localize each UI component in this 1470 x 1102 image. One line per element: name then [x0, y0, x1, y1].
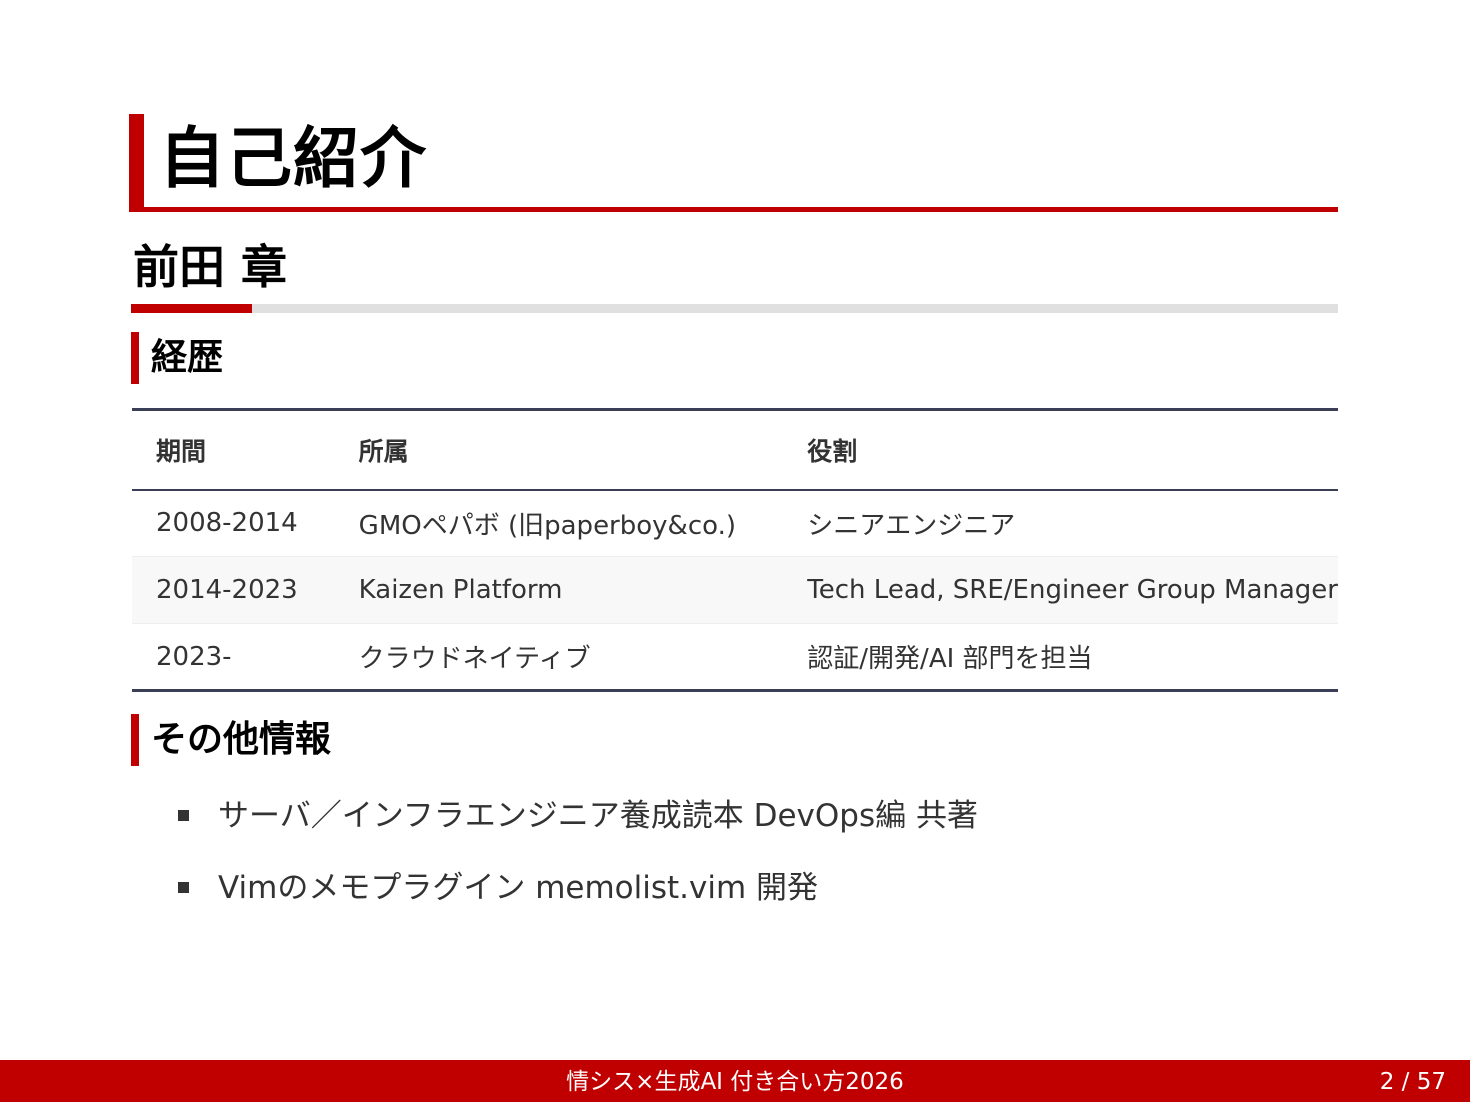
footer-title: 情シス×生成AI 付き合い方2026	[566, 1069, 904, 1095]
square-bullet-icon	[178, 810, 189, 821]
table-row: 2014-2023 Kaizen Platform Tech Lead, SRE…	[132, 556, 1338, 624]
presenter-name: 前田 章	[133, 240, 288, 294]
slide: 自己紹介 前田 章 経歴 期間 所属 役割 2008-2014 GMOペパボ (…	[0, 0, 1470, 1102]
list-item: Vimのメモプラグイン memolist.vim 開発	[178, 862, 978, 934]
title-accent-bar	[129, 114, 144, 212]
section-accent-bar	[131, 332, 139, 384]
cell-role: 認証/開発/AI 部門を担当	[807, 644, 1093, 674]
slide-footer: 情シス×生成AI 付き合い方2026 2 / 57	[0, 1060, 1470, 1102]
column-header-role: 役割	[807, 436, 858, 466]
career-table: 期間 所属 役割 2008-2014 GMOペパボ (旧paperboy&co.…	[132, 408, 1338, 692]
title-underline	[129, 207, 1338, 212]
square-bullet-icon	[178, 882, 189, 893]
section-accent-bar	[131, 714, 139, 766]
slide-title-block: 自己紹介	[129, 114, 1338, 212]
name-underline	[131, 304, 1338, 313]
other-info-list: サーバ／インフラエンジニア養成読本 DevOps編 共著 Vimのメモプラグイン…	[178, 790, 978, 934]
table-header-row: 期間 所属 役割	[132, 409, 1338, 490]
cell-organization: クラウドネイティブ	[358, 644, 591, 674]
other-info-heading: その他情報	[151, 719, 332, 760]
cell-role: Tech Lead, SRE/Engineer Group Manager	[807, 575, 1338, 605]
cell-period: 2014-2023	[156, 575, 298, 605]
table-row: 2008-2014 GMOペパボ (旧paperboy&co.) シニアエンジニ…	[132, 490, 1338, 557]
cell-period: 2023-	[156, 641, 232, 672]
list-item-text: サーバ／インフラエンジニア養成読本 DevOps編 共著	[218, 798, 978, 834]
cell-role: シニアエンジニア	[807, 510, 1016, 541]
page-number: 2 / 57	[1379, 1069, 1446, 1095]
name-heading-block: 前田 章	[131, 236, 1338, 314]
slide-title: 自己紹介	[159, 120, 427, 197]
column-header-period: 期間	[156, 436, 207, 466]
list-item: サーバ／インフラエンジニア養成読本 DevOps編 共著	[178, 790, 978, 862]
list-item-text: Vimのメモプラグイン memolist.vim 開発	[218, 870, 819, 906]
cell-organization: Kaizen Platform	[358, 575, 563, 605]
career-heading: 経歴	[151, 337, 224, 378]
column-header-organization: 所属	[358, 436, 409, 466]
cell-period: 2008-2014	[156, 508, 298, 539]
table-row: 2023- クラウドネイティブ 認証/開発/AI 部門を担当	[132, 624, 1338, 691]
name-underline-accent	[131, 304, 252, 313]
cell-organization: GMOペパボ (旧paperboy&co.)	[358, 510, 736, 541]
